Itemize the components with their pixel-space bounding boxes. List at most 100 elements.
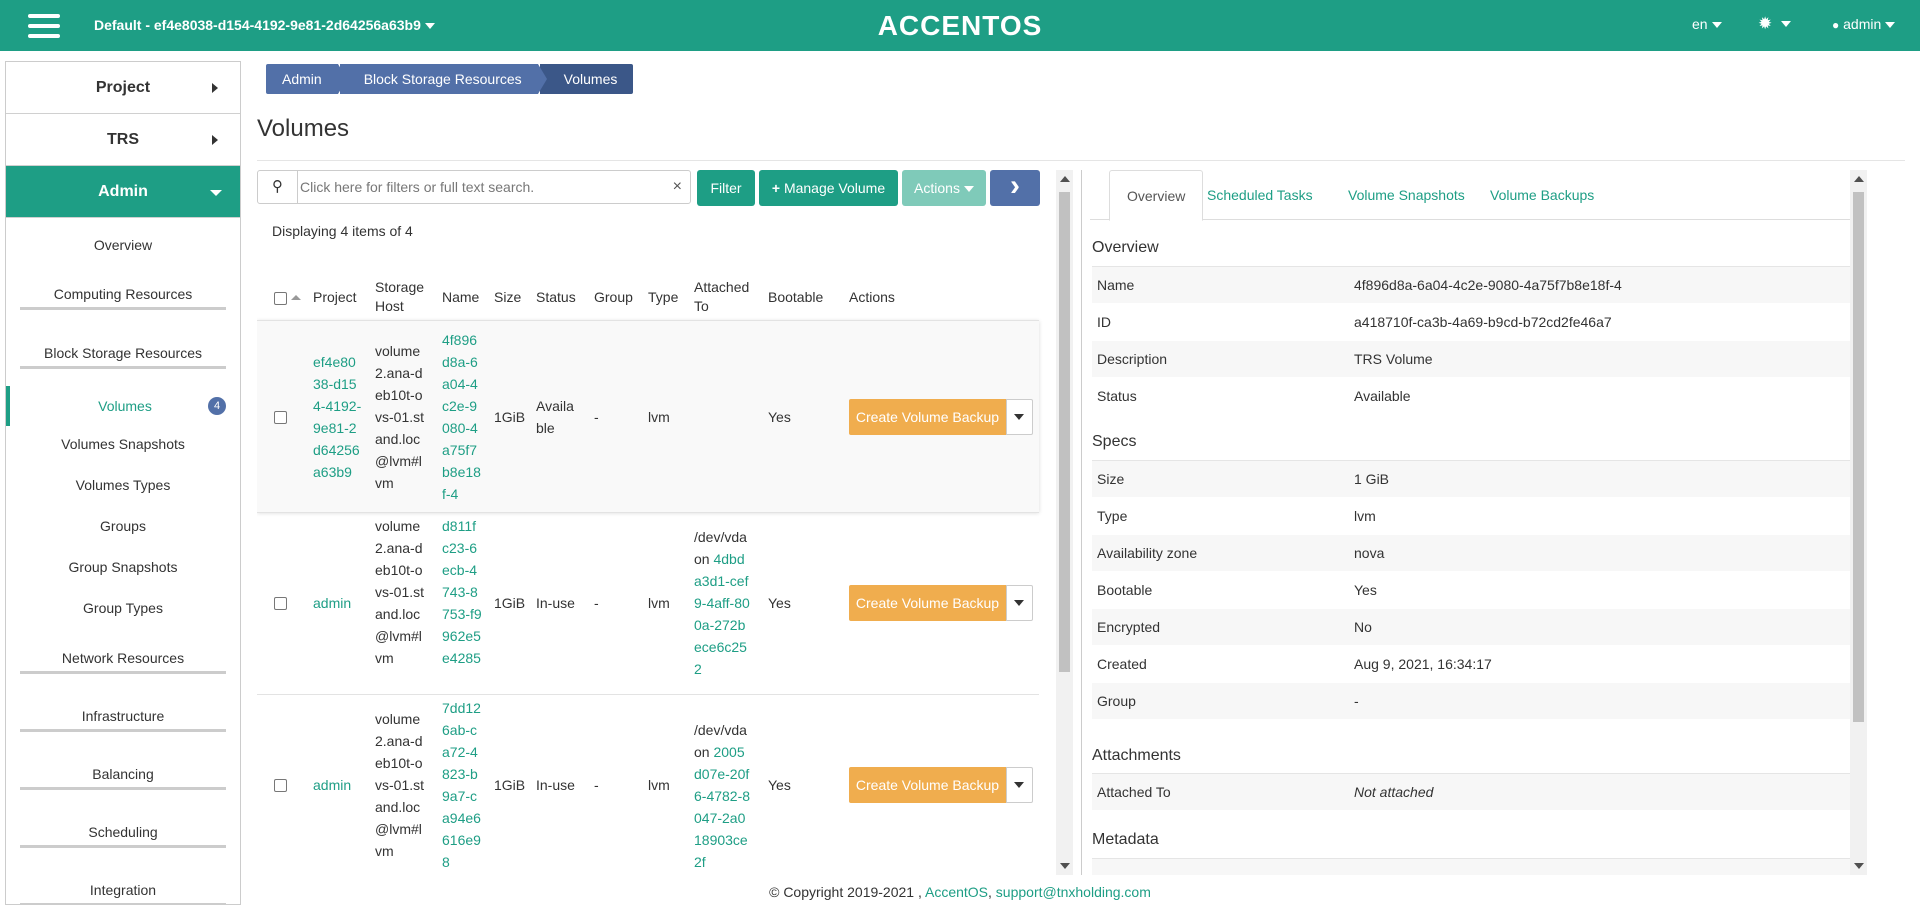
column-name[interactable]: Name	[442, 288, 479, 307]
volume-type: lvm	[648, 409, 670, 425]
support-email-link[interactable]: support@tnxholding.com	[996, 884, 1151, 900]
storage-host: volume2.ana-deb10t-ovs-01.stand.loc@lvm#…	[375, 711, 425, 859]
sidebar-section-network[interactable]: Network Resources	[6, 650, 240, 674]
language-selector[interactable]: en	[1692, 16, 1722, 32]
overview-section-title: Overview	[1092, 239, 1159, 256]
breadcrumb-admin[interactable]: Admin	[266, 64, 347, 94]
column-storage-host[interactable]: Storage Host	[375, 278, 424, 316]
create-volume-backup-button[interactable]: Create Volume Backup	[849, 399, 1006, 435]
sidebar-item-group-snapshots[interactable]: Group Snapshots	[6, 559, 240, 581]
detail-row-group: Group -	[1092, 683, 1865, 719]
chevron-down-icon	[963, 186, 974, 193]
attached-instance-link[interactable]: 4dbda3d1-cef9-4aff-800a-272bece6c252	[694, 551, 750, 677]
chevron-down-icon	[1885, 22, 1896, 29]
column-type[interactable]: Type	[648, 288, 678, 307]
sidebar-item-admin[interactable]: Admin	[6, 166, 240, 218]
column-size[interactable]: Size	[494, 288, 521, 307]
sidebar-item-project[interactable]: Project	[6, 62, 240, 114]
project-link[interactable]: admin	[313, 592, 351, 614]
row-actions-dropdown[interactable]	[1006, 767, 1033, 803]
search-icon[interactable]: ⚲	[258, 171, 298, 203]
table-row[interactable]: ef4e8038-d154-4192-9e81-2d64256a63b9 vol…	[257, 320, 1039, 512]
sidebar-item-overview[interactable]: Overview	[6, 237, 240, 259]
sidebar-item-volumes[interactable]: Volumes 4	[6, 386, 240, 426]
column-status[interactable]: Status	[536, 288, 576, 307]
row-checkbox[interactable]	[274, 597, 287, 610]
scrollbar-thumb[interactable]	[1059, 192, 1070, 672]
sidebar-section-infrastructure[interactable]: Infrastructure	[6, 708, 240, 732]
sidebar-item-volumes-types[interactable]: Volumes Types	[6, 477, 240, 499]
row-actions-dropdown[interactable]	[1006, 399, 1033, 435]
attached-to: /dev/vda on 4dbda3d1-cef9-4aff-800a-272b…	[694, 526, 752, 680]
volume-name-link[interactable]: 4f896d8a-6a04-4c2e-9080-4a75f7b8e18f-4	[442, 329, 482, 505]
row-checkbox[interactable]	[274, 779, 287, 792]
attached-instance-link[interactable]: 2005d07e-20f6-4782-8047-2a018903ce2f	[694, 744, 750, 870]
actions-dropdown-button[interactable]: Actions	[902, 170, 986, 206]
row-actions-dropdown[interactable]	[1006, 585, 1033, 621]
table-row[interactable]: admin volume2.ana-deb10t-ovs-01.stand.lo…	[257, 694, 1039, 875]
select-all-checkbox[interactable]	[274, 292, 287, 305]
row-checkbox[interactable]	[274, 411, 287, 424]
manage-volume-label: Manage Volume	[783, 180, 886, 196]
sidebar-section-computing[interactable]: Computing Resources	[6, 286, 240, 310]
column-project[interactable]: Project	[313, 288, 357, 307]
next-panel-button[interactable]: ›	[990, 170, 1040, 206]
volume-name-link[interactable]: d811fc23-6ecb-4743-8753-f9962e5e4285	[442, 515, 482, 669]
top-navbar: Default - ef4e8038-d154-4192-9e81-2d6425…	[0, 0, 1920, 51]
chevron-down-icon	[1781, 21, 1792, 27]
chevron-down-icon	[1014, 600, 1024, 606]
footer-separator: ,	[988, 884, 992, 900]
scroll-down-icon[interactable]	[1854, 863, 1864, 869]
detail-value: Aug 9, 2021, 16:34:17	[1354, 656, 1492, 672]
filter-button[interactable]: Filter	[697, 170, 755, 206]
sidebar-section-balancing[interactable]: Balancing	[6, 766, 240, 790]
scroll-up-icon[interactable]	[1854, 176, 1864, 182]
column-group[interactable]: Group	[594, 288, 633, 307]
create-volume-backup-button[interactable]: Create Volume Backup	[849, 585, 1006, 621]
table-header: Project Storage Host Name Size Status Gro…	[257, 267, 1039, 327]
volume-status: Available	[536, 398, 574, 436]
tab-volume-snapshots[interactable]: Volume Snapshots	[1331, 170, 1482, 220]
volume-name-link[interactable]: 7dd126ab-ca72-4823-b9a7-ca94e6616e98	[442, 697, 482, 873]
user-menu[interactable]: ● admin	[1832, 16, 1896, 32]
breadcrumb-volumes[interactable]: Volumes	[539, 64, 634, 94]
detail-value: 4f896d8a-6a04-4c2e-9080-4a75f7b8e18f-4	[1354, 277, 1622, 293]
sidebar-item-volumes-snapshots[interactable]: Volumes Snapshots	[6, 436, 240, 458]
sidebar-item-groups[interactable]: Groups	[6, 518, 240, 540]
project-selector[interactable]: Default - ef4e8038-d154-4192-9e81-2d6425…	[94, 17, 435, 33]
table-scrollbar[interactable]	[1056, 170, 1073, 875]
detail-key: Type	[1097, 508, 1128, 524]
sort-icon[interactable]	[291, 295, 301, 300]
create-volume-backup-button[interactable]: Create Volume Backup	[849, 767, 1006, 803]
column-bootable[interactable]: Bootable	[768, 288, 823, 307]
project-link[interactable]: admin	[313, 774, 351, 796]
sidebar-section-scheduling[interactable]: Scheduling	[6, 824, 240, 848]
detail-scrollbar[interactable]	[1850, 170, 1867, 875]
accentos-link[interactable]: AccentOS	[925, 884, 988, 900]
detail-row-created: Created Aug 9, 2021, 16:34:17	[1092, 646, 1865, 682]
sidebar-section-block-storage[interactable]: Block Storage Resources	[6, 345, 240, 369]
table-row[interactable]: admin volume2.ana-deb10t-ovs-01.stand.lo…	[257, 512, 1039, 694]
sidebar-item-trs[interactable]: TRS	[6, 114, 240, 166]
sidebar-item-group-types[interactable]: Group Types	[6, 600, 240, 622]
breadcrumb-block-storage[interactable]: Block Storage Resources	[339, 64, 547, 94]
menu-toggle-icon[interactable]	[28, 14, 60, 38]
column-attached-line1: Attached	[694, 279, 750, 295]
detail-value: Available	[1354, 388, 1411, 404]
settings-menu[interactable]: ✹	[1758, 14, 1792, 34]
volume-bootable: Yes	[768, 409, 791, 425]
clear-search-icon[interactable]: ×	[673, 178, 682, 196]
scroll-up-icon[interactable]	[1060, 176, 1070, 182]
search-input[interactable]	[300, 172, 660, 202]
scrollbar-thumb[interactable]	[1853, 192, 1864, 722]
scroll-down-icon[interactable]	[1060, 863, 1070, 869]
specs-section-title: Specs	[1092, 433, 1137, 450]
tab-scheduled-tasks[interactable]: Scheduled Tasks	[1190, 170, 1330, 220]
project-link[interactable]: ef4e8038-d154-4192-9e81-2d64256a63b9	[313, 351, 363, 483]
chevron-down-icon	[424, 23, 435, 30]
detail-row-status: Status Available	[1092, 378, 1865, 414]
storage-host: volume2.ana-deb10t-ovs-01.stand.loc@lvm#…	[375, 343, 425, 491]
tab-volume-backups[interactable]: Volume Backups	[1473, 170, 1611, 220]
column-attached-to[interactable]: Attached To	[694, 278, 749, 316]
manage-volume-button[interactable]: + Manage Volume	[759, 170, 898, 206]
